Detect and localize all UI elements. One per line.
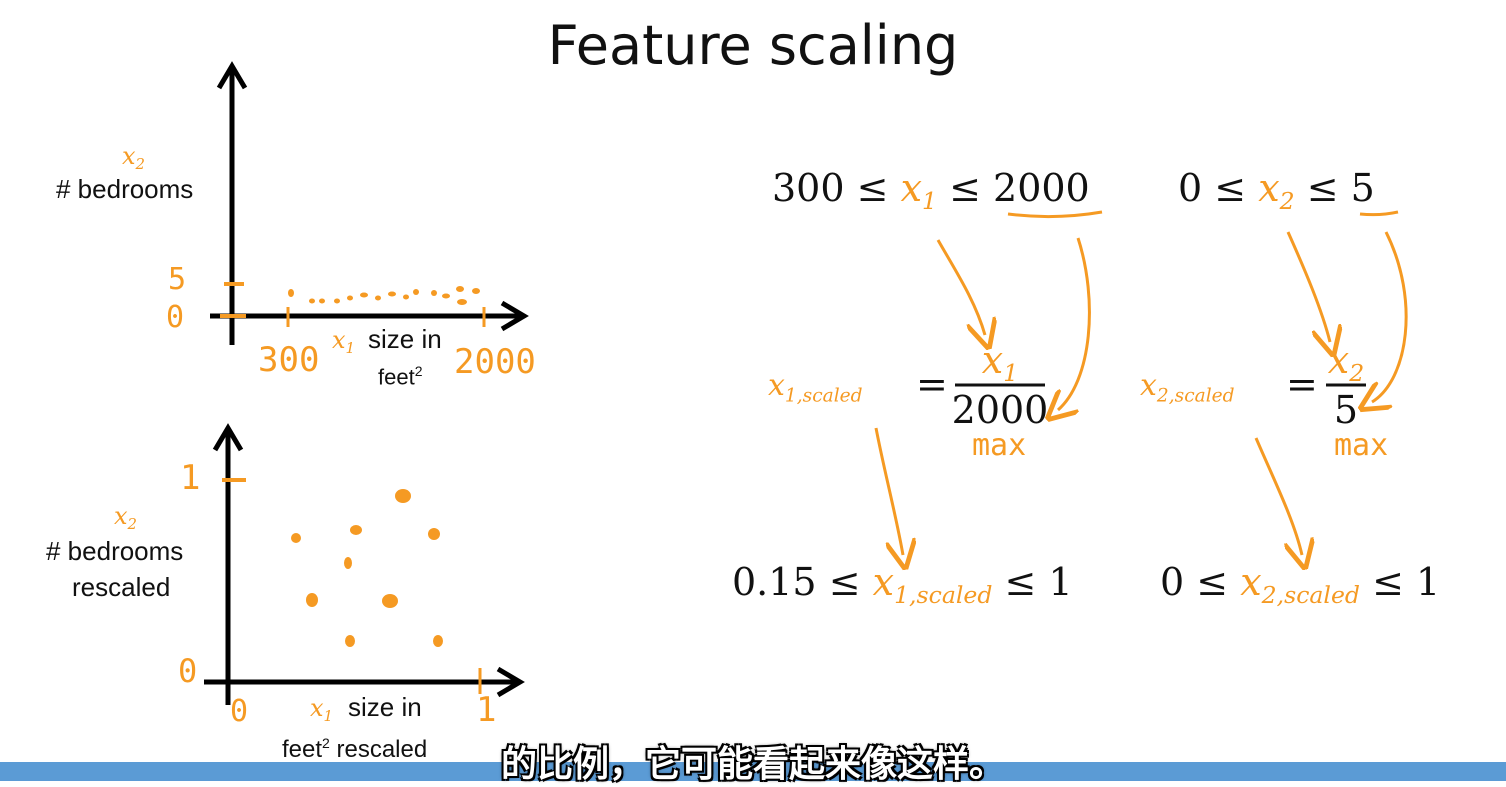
scaled-x1-denominator: 2000 bbox=[951, 388, 1049, 432]
bottom-x-tick-label-high: 1 bbox=[476, 690, 497, 730]
top-dot bbox=[413, 289, 419, 295]
top-dot bbox=[309, 298, 315, 304]
bottom-scatter-dots bbox=[291, 489, 443, 647]
top-dot bbox=[360, 292, 368, 298]
arrow-x1scaled-to-result bbox=[874, 427, 903, 555]
bottom-dot bbox=[350, 525, 362, 535]
top-y-tick-label-high: 5 bbox=[168, 262, 187, 297]
bottom-dot bbox=[428, 528, 440, 540]
top-dot bbox=[388, 291, 396, 297]
top-y-tick-label-low: 0 bbox=[166, 300, 185, 335]
top-x-label-line2: feet2 bbox=[378, 363, 423, 390]
arrow-x2-to-numerator bbox=[1286, 231, 1330, 342]
bottom-x-var: x1 bbox=[310, 694, 334, 726]
range-x1: 300 ≤ x1 ≤ 2000 bbox=[772, 166, 1090, 216]
top-dot bbox=[319, 298, 325, 304]
scaled-x1-eq: = bbox=[916, 362, 948, 406]
top-dot bbox=[472, 288, 480, 294]
top-dot bbox=[403, 294, 409, 300]
top-dot bbox=[457, 299, 467, 305]
scaled-x1-numerator: x1 bbox=[981, 338, 1019, 388]
arrow-2000-to-denominator bbox=[1058, 237, 1091, 410]
result-x2: 0 ≤ x2,scaled ≤ 1 bbox=[1160, 560, 1441, 610]
scaled-x2-lhs: x2,scaled bbox=[1140, 368, 1235, 407]
bottom-x-label-line1: size in bbox=[348, 692, 422, 722]
bottom-dot bbox=[433, 635, 443, 647]
bottom-dot bbox=[306, 593, 318, 607]
top-x-tick-label-low: 300 bbox=[258, 340, 320, 380]
scaled-x1-note: max bbox=[972, 428, 1027, 463]
scaled-x2-numerator: x2 bbox=[1327, 338, 1365, 388]
top-dot bbox=[375, 295, 381, 301]
result-x1: 0.15 ≤ x1,scaled ≤ 1 bbox=[732, 560, 1073, 610]
bottom-x-tick-label-low: 0 bbox=[230, 694, 249, 729]
arrow-x2scaled-to-result bbox=[1254, 437, 1302, 555]
top-scatter-dots bbox=[288, 286, 480, 305]
top-dot bbox=[456, 286, 464, 292]
bottom-dot bbox=[382, 594, 398, 608]
bottom-y-tick-label-low: 0 bbox=[178, 652, 198, 690]
drawing-layer bbox=[204, 61, 1408, 705]
bottom-y-var: x2 bbox=[114, 502, 138, 534]
top-y-var: x2 bbox=[122, 142, 146, 174]
top-x-var: x1 bbox=[332, 326, 356, 358]
scaled-x2-denominator: 5 bbox=[1333, 388, 1359, 432]
scaled-x2-eq: = bbox=[1286, 362, 1318, 406]
bottom-y-label-line2: rescaled bbox=[72, 572, 171, 602]
scaled-x1-lhs: x1,scaled bbox=[768, 368, 863, 407]
bottom-dot bbox=[395, 489, 411, 503]
top-dot bbox=[334, 298, 340, 304]
slide: Feature scaling x2 # bedrooms 5 0 x1 siz… bbox=[0, 0, 1506, 785]
bottom-y-tick-label-high: 1 bbox=[180, 458, 201, 498]
top-dot bbox=[431, 290, 437, 296]
top-dot bbox=[347, 295, 353, 301]
bottom-dot bbox=[345, 635, 355, 647]
top-dot bbox=[442, 293, 450, 299]
arrow-5-to-denominator bbox=[1372, 231, 1408, 402]
arrow-x1-to-numerator bbox=[936, 239, 985, 335]
range-x2: 0 ≤ x2 ≤ 5 bbox=[1178, 166, 1375, 216]
top-x-label-line1: size in bbox=[368, 324, 442, 354]
top-x-tick-label-high: 2000 bbox=[454, 342, 536, 382]
bottom-dot bbox=[291, 533, 301, 543]
bottom-dot bbox=[344, 557, 352, 569]
bottom-y-label-line1: # bedrooms bbox=[46, 536, 184, 566]
subtitle-caption: 的比例，它可能看起来像这样。 bbox=[500, 744, 1005, 785]
scaled-x2-note: max bbox=[1334, 428, 1389, 463]
top-dot bbox=[288, 289, 294, 297]
top-y-label: # bedrooms bbox=[56, 174, 194, 204]
